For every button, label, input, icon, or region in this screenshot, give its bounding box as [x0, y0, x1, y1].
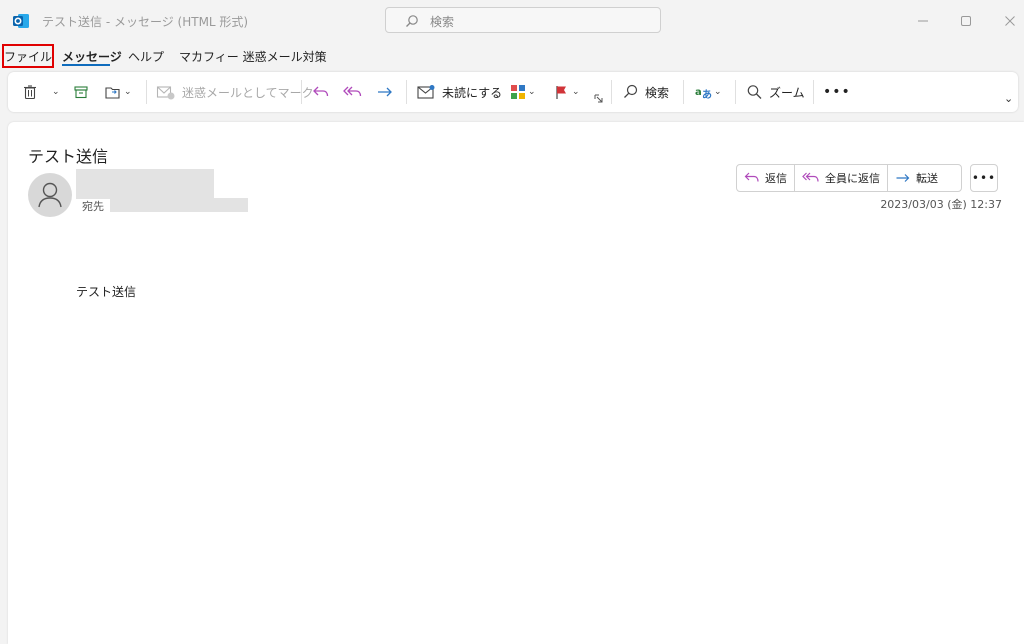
separator: [301, 80, 302, 104]
junk-mail-icon: [156, 86, 175, 100]
more-icon: •••: [823, 84, 851, 100]
search-placeholder: 検索: [430, 15, 455, 29]
svg-text:あ: あ: [702, 88, 712, 100]
archive-button[interactable]: [73, 72, 89, 112]
categorize-icon: [511, 85, 525, 99]
reply-button[interactable]: [312, 72, 330, 112]
flag-button[interactable]: ⌄: [554, 72, 580, 112]
search-ribbon-label: 検索: [645, 85, 670, 100]
mark-as-junk-label: 迷惑メールとしてマーク: [182, 85, 314, 100]
redacted-recipient: [110, 198, 248, 212]
separator: [735, 80, 736, 104]
more-icon: •••: [971, 171, 997, 185]
mark-unread-label: 未読にする: [442, 85, 503, 100]
reply-all-icon: [802, 172, 819, 182]
minimize-button[interactable]: [911, 10, 935, 32]
svg-text:a: a: [695, 87, 702, 98]
reply-action-label: 返信: [765, 172, 787, 185]
message-date: 2023/03/03 (金) 12:37: [880, 198, 1002, 211]
translate-icon: a あ: [695, 87, 712, 100]
more-actions-button[interactable]: •••: [970, 164, 998, 192]
forward-button[interactable]: [376, 72, 394, 112]
outlook-app-icon: [13, 14, 29, 28]
avatar[interactable]: [28, 173, 72, 217]
search-ribbon-button[interactable]: 検索: [622, 72, 669, 112]
chevron-down-icon: ⌄: [528, 87, 536, 97]
zoom-icon: [747, 85, 762, 99]
chevron-down-icon: ⌄: [714, 87, 722, 97]
reply-all-action-button[interactable]: 全員に返信: [795, 165, 888, 191]
mark-unread-button[interactable]: 未読にする: [416, 72, 502, 112]
message-subject: テスト送信: [28, 147, 109, 166]
chevron-down-icon: ⌄: [124, 87, 132, 97]
unread-mail-icon: [417, 85, 435, 99]
reply-all-button[interactable]: [343, 72, 363, 112]
person-icon: [38, 182, 62, 208]
chevron-down-icon: ⌄: [52, 87, 60, 97]
close-icon: [1005, 16, 1015, 26]
move-button[interactable]: ⌄: [104, 72, 132, 112]
reply-action-button[interactable]: 返信: [737, 165, 795, 191]
delete-button[interactable]: [22, 72, 38, 112]
active-tab-indicator: [62, 64, 110, 66]
ribbon-toolbar: ⌄ ⌄ 迷惑メールとしてマーク 未読にする ⌄ ⌄ 検索 a あ ⌄ ズーム •…: [8, 72, 1018, 112]
separator: [146, 80, 147, 104]
reply-icon: [744, 172, 759, 182]
tab-message[interactable]: メッセージ: [62, 48, 122, 65]
message-pane: テスト送信 宛先 返信 全員に返信 転送 ••• 2023/03/03 (金) …: [8, 122, 1024, 644]
message-body: テスト送信: [76, 285, 137, 299]
trash-icon: [24, 85, 36, 100]
reply-icon: [313, 86, 329, 97]
forward-icon: [378, 87, 392, 97]
move-folder-icon: [105, 87, 120, 99]
separator: [611, 80, 612, 104]
search-icon: [406, 15, 418, 27]
archive-icon: [74, 86, 88, 99]
forward-icon: [896, 174, 910, 182]
to-label: 宛先: [82, 200, 104, 213]
mark-as-junk-button[interactable]: 迷惑メールとしてマーク: [156, 72, 314, 112]
ribbon-tabs: ファイル メッセージ ヘルプ マカフィー 迷惑メール対策: [0, 44, 1024, 70]
ribbon-expand-button[interactable]: ⌄: [1004, 78, 1013, 118]
forward-action-label: 転送: [916, 172, 938, 185]
tab-file[interactable]: ファイル: [2, 44, 54, 68]
flag-icon: [556, 86, 566, 99]
chevron-down-icon: ⌄: [572, 87, 580, 97]
dialog-launcher-icon: [594, 94, 603, 102]
close-button[interactable]: [998, 10, 1022, 32]
reply-all-icon: [343, 86, 362, 97]
separator: [813, 80, 814, 104]
chevron-down-icon: ⌄: [1004, 91, 1014, 105]
maximize-button[interactable]: [954, 10, 978, 32]
search-icon: [624, 84, 638, 98]
maximize-icon: [961, 16, 971, 26]
separator: [683, 80, 684, 104]
zoom-button[interactable]: ズーム: [746, 72, 805, 112]
minimize-icon: [918, 20, 928, 22]
tags-dialog-launcher[interactable]: [594, 88, 603, 108]
separator: [406, 80, 407, 104]
tab-mcafee[interactable]: マカフィー 迷惑メール対策: [179, 48, 327, 65]
zoom-label: ズーム: [769, 85, 805, 100]
categorize-button[interactable]: ⌄: [510, 72, 536, 112]
reply-all-action-label: 全員に返信: [825, 172, 880, 185]
tab-help[interactable]: ヘルプ: [128, 48, 164, 65]
delete-dropdown[interactable]: ⌄: [50, 72, 60, 112]
window-title: テスト送信 - メッセージ (HTML 形式): [42, 15, 249, 29]
more-commands-button[interactable]: •••: [823, 72, 851, 112]
translate-button[interactable]: a あ ⌄: [694, 72, 722, 112]
message-actions: 返信 全員に返信 転送: [736, 164, 962, 192]
forward-action-button[interactable]: 転送: [888, 165, 945, 191]
title-bar: テスト送信 - メッセージ (HTML 形式) 検索: [0, 0, 1024, 42]
redacted-sender-name: [76, 169, 214, 199]
search-box[interactable]: 検索: [385, 7, 661, 33]
